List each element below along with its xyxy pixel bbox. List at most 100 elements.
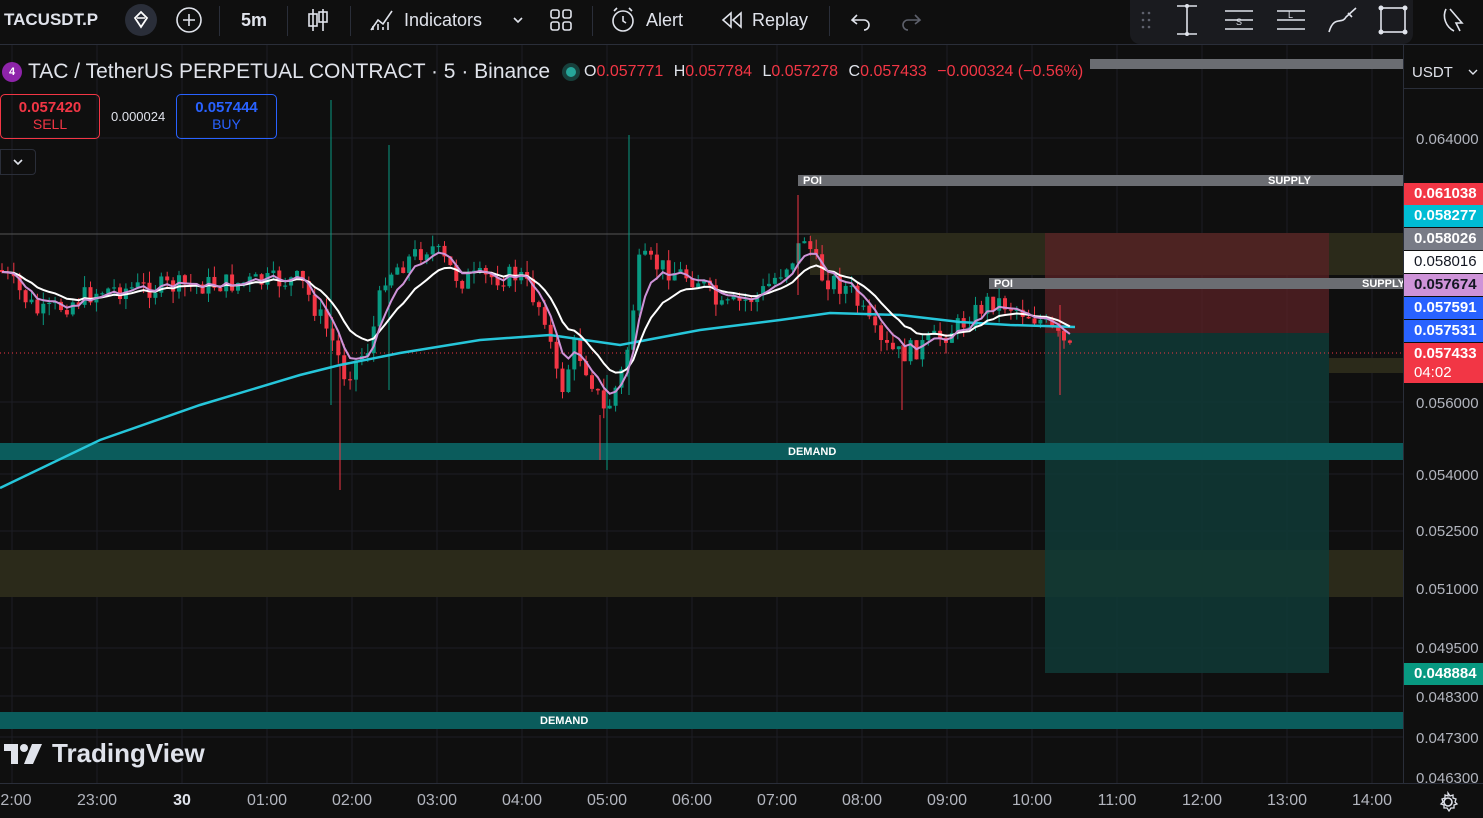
- legend-title[interactable]: TAC / TetherUS PERPETUAL CONTRACT · 5 · …: [28, 60, 550, 84]
- time-label: 01:00: [246, 792, 288, 809]
- time-label: 14:00: [1351, 792, 1393, 809]
- candle-body: [607, 405, 612, 409]
- demand-label-2: DEMAND: [540, 715, 588, 727]
- time-label: 11:00: [1097, 792, 1137, 809]
- candle-body: [926, 334, 931, 341]
- candle-body: [377, 290, 382, 327]
- time-axis[interactable]: 2:00 23:00 30 01:00 02:00 03:00 04:00 05…: [0, 783, 1483, 818]
- rectangle-icon[interactable]: [1377, 0, 1409, 40]
- candlesticks[interactable]: [0, 100, 1072, 490]
- time-label: 05:00: [586, 792, 628, 809]
- price-range-icon[interactable]: [1172, 0, 1202, 40]
- price-chart[interactable]: POI SUPPLY POI SUPPLY DEMAND DEMAND: [0, 45, 1406, 783]
- poi-supply-bar-2[interactable]: [989, 278, 1403, 289]
- compare-symbol-icon[interactable]: [124, 0, 158, 40]
- candle-body: [590, 375, 594, 389]
- demand-zone-1[interactable]: [0, 443, 1403, 460]
- time-label: 12:00: [1181, 792, 1223, 809]
- short-position-icon[interactable]: S: [1223, 0, 1255, 40]
- price-axis[interactable]: USDT 0.064000 0.056000 0.054000 0.052500…: [1403, 45, 1483, 784]
- candle-body: [165, 276, 170, 281]
- demand-label-1: DEMAND: [788, 446, 836, 458]
- candle-body: [696, 283, 701, 288]
- alert-button[interactable]: Alert: [608, 0, 683, 40]
- candle-body: [47, 302, 52, 305]
- supply-bar-top[interactable]: [1090, 59, 1403, 69]
- add-symbol-icon[interactable]: [175, 0, 203, 40]
- symbol-search[interactable]: TACUSDT.P: [4, 0, 98, 40]
- poi-supply-bar[interactable]: [798, 175, 1403, 186]
- long-position-icon[interactable]: L: [1275, 0, 1307, 40]
- take-profit-zone[interactable]: [1045, 333, 1329, 673]
- time-label: 08:00: [841, 792, 883, 809]
- layouts-icon[interactable]: [548, 0, 574, 40]
- candle-body: [1026, 316, 1031, 319]
- price-label: 0.064000: [1416, 131, 1479, 148]
- interval-button[interactable]: 5m: [241, 0, 267, 40]
- price-tag-ema-mid[interactable]: 0.058016: [1404, 251, 1483, 273]
- price-tag-high[interactable]: 0.058026: [1404, 228, 1483, 250]
- indicators-icon: [370, 10, 393, 31]
- price-label: 0.048300: [1416, 689, 1479, 706]
- time-label: 2:00: [0, 792, 32, 809]
- price-tag-entry-2[interactable]: 0.057531: [1404, 320, 1483, 342]
- indicators-dropdown-icon[interactable]: [511, 0, 525, 40]
- candle-body: [129, 287, 134, 289]
- last-price-tag[interactable]: 0.057433 04:02: [1404, 343, 1483, 383]
- time-label: 04:00: [501, 792, 543, 809]
- price-tag-entry[interactable]: 0.057591: [1404, 297, 1483, 319]
- indicators-button[interactable]: Indicators: [368, 0, 482, 40]
- svg-text:S: S: [1236, 17, 1242, 27]
- candle-body: [649, 250, 653, 255]
- exchange-logo-icon: 4: [2, 62, 22, 82]
- undo-icon[interactable]: [849, 0, 873, 40]
- price-tag-stop[interactable]: 0.061038: [1404, 183, 1483, 205]
- drag-handle-icon[interactable]: [1140, 0, 1152, 40]
- chart-settings-icon[interactable]: [1437, 790, 1459, 818]
- currency-selector[interactable]: USDT: [1404, 56, 1483, 89]
- price-tag-ema-long[interactable]: 0.058277: [1404, 205, 1483, 227]
- candle-body: [64, 310, 69, 315]
- candle-body: [566, 369, 571, 393]
- tradingview-watermark[interactable]: TradingView: [4, 738, 205, 769]
- spread-value: 0.000024: [111, 109, 166, 124]
- candle-body: [1032, 318, 1037, 324]
- price-label: 0.052500: [1416, 523, 1479, 540]
- buy-label: BUY: [212, 116, 241, 132]
- top-toolbar: TACUSDT.P 5m Indicators Alert Replay S L: [0, 0, 1483, 45]
- buy-button[interactable]: 0.057444 BUY: [176, 94, 277, 139]
- collapse-legend-button[interactable]: [0, 149, 36, 175]
- time-label: 23:00: [76, 792, 118, 809]
- market-status-dot[interactable]: [566, 67, 577, 77]
- sell-price: 0.057420: [18, 99, 82, 116]
- price-tag-ema-short[interactable]: 0.057674: [1404, 274, 1483, 296]
- candle-body: [719, 300, 724, 305]
- candle-body: [554, 341, 559, 369]
- ema-long-line[interactable]: [0, 311, 1076, 490]
- price-label: 0.056000: [1416, 395, 1479, 412]
- candle-body: [218, 287, 223, 292]
- magic-pointer-icon[interactable]: [1440, 0, 1470, 40]
- replay-button[interactable]: Replay: [720, 0, 808, 40]
- sell-button[interactable]: 0.057420 SELL: [0, 94, 100, 139]
- candle-body: [318, 309, 323, 316]
- poi-label-1: POI: [803, 175, 822, 187]
- candle-body: [1038, 319, 1043, 324]
- candles-icon[interactable]: [305, 0, 331, 40]
- candle-body: [743, 299, 748, 301]
- candle-body: [348, 379, 353, 381]
- candle-body: [41, 303, 46, 314]
- chart-canvas[interactable]: POI SUPPLY POI SUPPLY DEMAND DEMAND: [0, 45, 1406, 783]
- redo-icon[interactable]: [899, 0, 923, 40]
- demand-zone-2[interactable]: [0, 712, 1403, 729]
- rewind-icon: [721, 11, 742, 29]
- brush-icon[interactable]: [1326, 0, 1360, 40]
- candle-body: [826, 280, 830, 290]
- last-price-value: 0.057433: [1414, 345, 1477, 362]
- price-tag-target[interactable]: 0.048884: [1404, 663, 1483, 685]
- candle-body: [141, 282, 146, 284]
- candle-body: [637, 254, 642, 311]
- time-label: 09:00: [926, 792, 968, 809]
- time-label: 30: [173, 792, 191, 809]
- currency-label: USDT: [1412, 63, 1453, 81]
